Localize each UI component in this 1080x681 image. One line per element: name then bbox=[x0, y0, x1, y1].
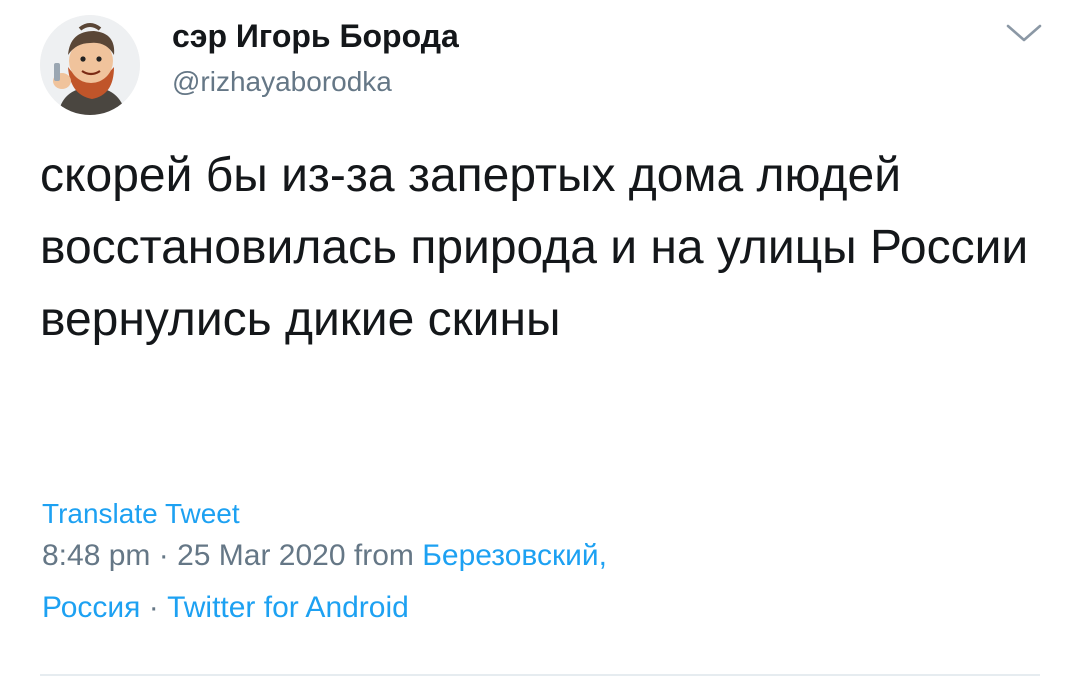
meta-separator: · bbox=[140, 591, 168, 624]
tweet-menu-button[interactable] bbox=[1002, 18, 1046, 48]
tweet-date[interactable]: 25 Mar 2020 bbox=[177, 539, 345, 572]
author-display-name[interactable]: сэр Игорь Борода bbox=[172, 16, 459, 56]
translate-tweet-link[interactable]: Translate Tweet bbox=[42, 494, 240, 534]
tweet-time[interactable]: 8:48 pm bbox=[42, 539, 150, 572]
location-line2: Россия bbox=[42, 591, 141, 624]
avatar[interactable] bbox=[40, 15, 140, 115]
author-handle[interactable]: @rizhayaborodka bbox=[172, 64, 459, 100]
divider bbox=[40, 674, 1040, 676]
meta-from-word: from bbox=[345, 539, 423, 572]
tweet-client-link[interactable]: Twitter for Android bbox=[167, 591, 409, 624]
tweet-meta: 8:48 pm · 25 Mar 2020 from Березовский, Р… bbox=[42, 530, 1022, 634]
tweet-card: сэр Игорь Борода @rizhayaborodka скорей … bbox=[0, 0, 1080, 681]
chevron-down-icon bbox=[1006, 24, 1042, 42]
avatar-illustration bbox=[40, 15, 140, 115]
location-line1: Березовский, bbox=[422, 539, 607, 572]
tweet-text: скорей бы из-за запертых дома людей восс… bbox=[40, 149, 1029, 346]
author-block: сэр Игорь Борода @rizhayaborodka bbox=[172, 16, 459, 100]
meta-separator: · bbox=[150, 539, 178, 572]
